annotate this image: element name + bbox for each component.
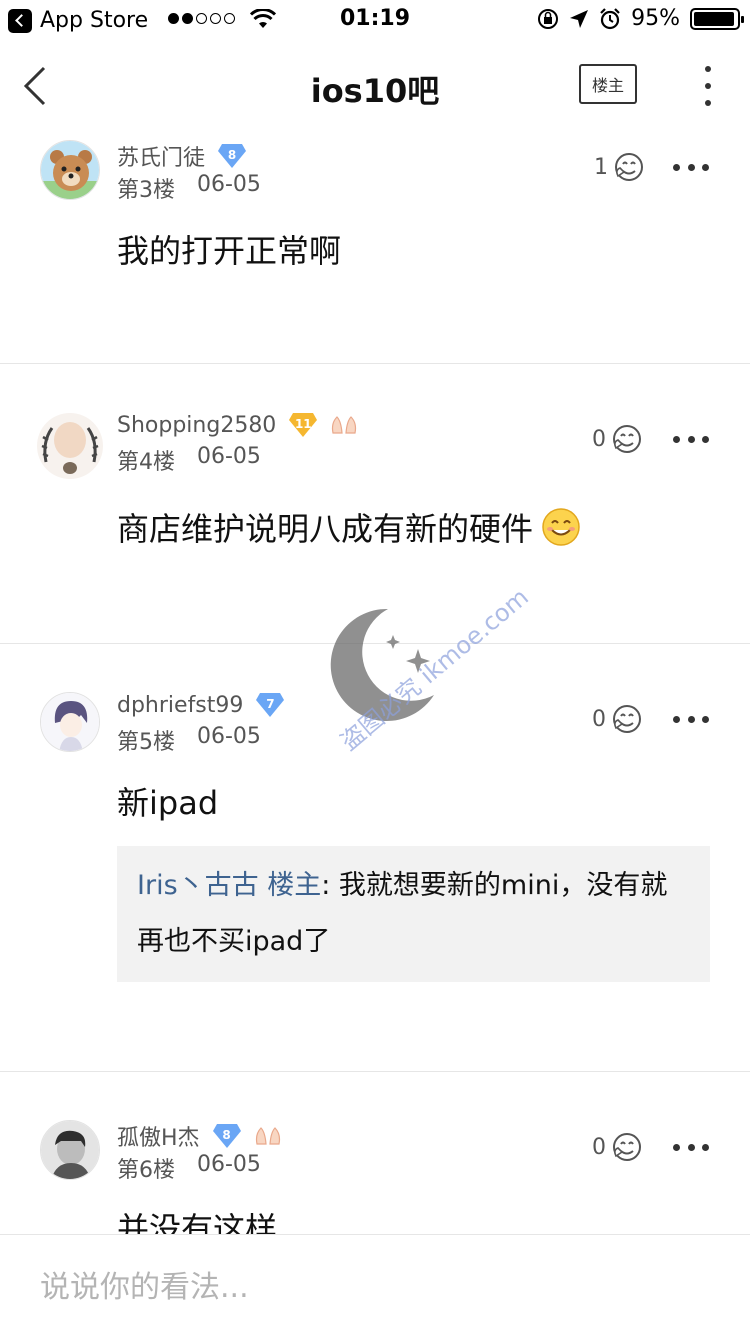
avatar[interactable] [40, 1120, 100, 1180]
reply-post: 孤傲H杰 8 第6楼 06-05 0 并没有这样 [0, 1072, 750, 1234]
quote-author[interactable]: Iris丶古古 楼主 [137, 870, 321, 901]
username[interactable]: dphriefst99 [117, 693, 243, 718]
quoted-reply[interactable]: Iris丶古古 楼主: 我就想要新的mini，没有就再也不买ipad了 [117, 846, 710, 982]
post-more-icon[interactable] [673, 715, 709, 723]
like-count: 0 [592, 706, 606, 732]
floor-number: 第5楼 [117, 730, 175, 755]
username[interactable]: Shopping2580 [117, 413, 276, 438]
comment-input[interactable] [40, 1265, 700, 1309]
reply-post: 苏氏门徒 8 第3楼 06-05 1 我的打开正常啊 [0, 128, 750, 364]
floor-number: 第4楼 [117, 450, 175, 475]
like-hand-icon [613, 1133, 641, 1161]
reply-post: Shopping2580 11 第4楼 06-05 0 商店维护说明八成有新的硬… [0, 364, 750, 644]
more-menu-icon[interactable] [702, 66, 714, 106]
nav-bar: ios10吧 楼主 [0, 40, 750, 128]
post-content: 商店维护说明八成有新的硬件 [117, 510, 534, 548]
floor-number: 第6楼 [117, 1158, 175, 1183]
rotation-lock-icon [538, 8, 559, 29]
post-content: 新ipad [117, 784, 219, 822]
comment-bar [0, 1234, 750, 1334]
member-hands-icon [332, 416, 357, 434]
battery-icon [690, 7, 744, 30]
level-badge-icon: 7 [255, 692, 285, 718]
like-count: 0 [592, 1134, 606, 1160]
like-button[interactable]: 1 [594, 150, 646, 184]
like-count: 0 [592, 426, 606, 452]
username[interactable]: 苏氏门徒 [117, 140, 205, 172]
level-badge-icon: 8 [212, 1123, 242, 1149]
member-hands-icon [255, 1127, 280, 1145]
post-meta: 第4楼 06-05 [117, 444, 261, 476]
avatar[interactable] [40, 140, 100, 200]
post-content: 我的打开正常啊 [117, 232, 342, 270]
like-hand-icon [613, 705, 641, 733]
post-meta: 第5楼 06-05 [117, 724, 261, 756]
post-date: 06-05 [197, 444, 261, 469]
username[interactable]: 孤傲H杰 [117, 1120, 200, 1152]
like-button[interactable]: 0 [592, 1130, 644, 1164]
like-button[interactable]: 0 [592, 702, 644, 736]
post-date: 06-05 [197, 172, 261, 197]
battery-percent: 95% [631, 6, 680, 31]
post-content: 并没有这样 [117, 1210, 278, 1234]
location-icon [570, 9, 589, 28]
status-bar: App Store 01:19 95% [0, 0, 750, 40]
smile-emoji-icon [542, 508, 580, 546]
floor-number: 第3楼 [117, 178, 175, 203]
like-button[interactable]: 0 [592, 422, 644, 456]
avatar[interactable] [36, 412, 104, 480]
post-more-icon[interactable] [673, 163, 709, 171]
like-hand-icon [613, 425, 641, 453]
post-more-icon[interactable] [673, 1143, 709, 1151]
only-owner-button[interactable]: 楼主 [579, 64, 637, 104]
level-badge-icon: 11 [288, 412, 318, 438]
avatar[interactable] [40, 692, 100, 752]
level-badge-icon: 8 [217, 143, 247, 169]
post-more-icon[interactable] [673, 435, 709, 443]
page-title: ios10吧 [310, 72, 440, 110]
like-hand-icon [615, 153, 643, 181]
like-count: 1 [594, 154, 608, 180]
post-meta: 第6楼 06-05 [117, 1152, 261, 1184]
post-content-row: 商店维护说明八成有新的硬件 [117, 504, 581, 550]
post-date: 06-05 [197, 1152, 261, 1177]
post-meta: 第3楼 06-05 [117, 172, 261, 204]
alarm-icon [600, 7, 620, 29]
post-date: 06-05 [197, 724, 261, 749]
